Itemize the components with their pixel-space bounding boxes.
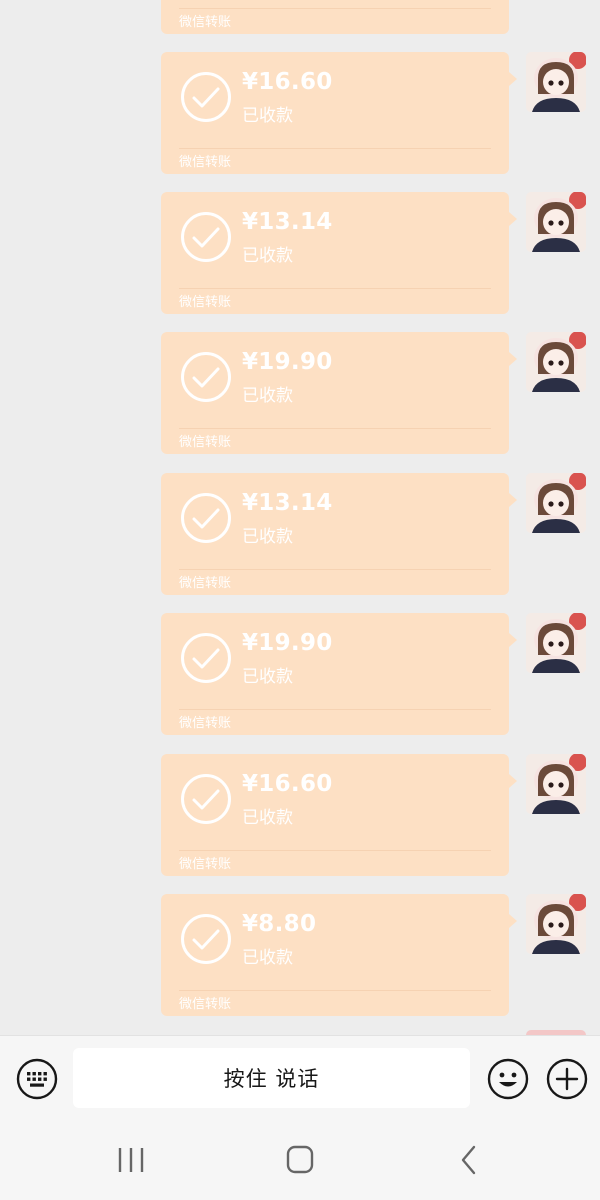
transfer-amount: ¥13.14	[242, 209, 333, 235]
transfer-card[interactable]: ¥8.80 已收款 微信转账	[161, 894, 517, 1016]
system-nav-bar	[0, 1122, 600, 1200]
message-row: ¥19.90 已收款 微信转账	[0, 613, 600, 735]
keyboard-icon[interactable]	[16, 1058, 58, 1100]
plus-icon[interactable]	[546, 1058, 588, 1100]
transfer-card[interactable]: ¥13.14 已收款 微信转账	[161, 192, 517, 314]
transfer-status: 已收款	[242, 808, 293, 828]
avatar[interactable]	[526, 473, 586, 533]
avatar[interactable]	[526, 52, 586, 112]
message-row: ¥8.80 已收款 微信转账	[0, 894, 600, 1016]
transfer-status: 已收款	[242, 106, 293, 126]
message-row: ¥13.14 已收款 微信转账	[0, 473, 600, 595]
message-row: ¥16.60 已收款 微信转账	[0, 52, 600, 174]
card-divider	[179, 709, 491, 710]
card-divider	[179, 428, 491, 429]
message-row: ¥13.14 已收款 微信转账	[0, 192, 600, 314]
transfer-card-partial[interactable]: 微信转账	[161, 0, 509, 34]
transfer-card[interactable]: ¥16.60 已收款 微信转账	[161, 52, 517, 174]
emoji-icon[interactable]	[487, 1058, 529, 1100]
check-circle-icon	[181, 352, 231, 402]
transfer-card[interactable]: ¥13.14 已收款 微信转账	[161, 473, 517, 595]
transfer-amount: ¥13.14	[242, 490, 333, 516]
transfer-amount: ¥19.90	[242, 630, 333, 656]
transfer-amount: ¥16.60	[242, 69, 333, 95]
chat-area: 微信转账 ¥16.60 已收款 微信转账 ¥13.14 已收款 微信转账 ¥19…	[0, 0, 600, 1035]
recent-apps-icon[interactable]	[111, 1144, 151, 1176]
card-divider	[179, 288, 491, 289]
avatar[interactable]	[526, 613, 586, 673]
card-footer-label: 微信转账	[179, 716, 232, 731]
card-divider	[179, 569, 491, 570]
transfer-card[interactable]: ¥16.60 已收款 微信转账	[161, 754, 517, 876]
check-circle-icon	[181, 914, 231, 964]
input-bar: 按住 说话	[0, 1035, 600, 1122]
check-circle-icon	[181, 774, 231, 824]
card-footer-label: 微信转账	[179, 155, 232, 170]
card-footer-label: 微信转账	[179, 857, 232, 872]
check-circle-icon	[181, 72, 231, 122]
transfer-amount: ¥19.90	[242, 349, 333, 375]
card-footer-label: 微信转账	[179, 997, 232, 1012]
card-divider	[179, 148, 491, 149]
card-footer-label: 微信转账	[179, 295, 232, 310]
check-circle-icon	[181, 633, 231, 683]
transfer-status: 已收款	[242, 667, 293, 687]
transfer-status: 已收款	[242, 386, 293, 406]
transfer-status: 已收款	[242, 527, 293, 547]
avatar[interactable]	[526, 332, 586, 392]
transfer-amount: ¥16.60	[242, 771, 333, 797]
home-icon[interactable]	[280, 1144, 320, 1176]
avatar[interactable]	[526, 894, 586, 954]
check-circle-icon	[181, 212, 231, 262]
avatar[interactable]	[526, 192, 586, 252]
transfer-status: 已收款	[242, 948, 293, 968]
card-divider	[179, 990, 491, 991]
transfer-status: 已收款	[242, 246, 293, 266]
message-row: ¥19.90 已收款 微信转账	[0, 332, 600, 454]
check-circle-icon	[181, 493, 231, 543]
transfer-amount: ¥8.80	[242, 911, 317, 937]
hold-to-talk-button[interactable]: 按住 说话	[73, 1048, 470, 1108]
card-footer-label: 微信转账	[179, 576, 232, 591]
card-footer-label: 微信转账	[179, 435, 232, 450]
card-divider	[179, 8, 491, 9]
card-footer-label: 微信转账	[179, 15, 232, 30]
back-icon[interactable]	[450, 1144, 490, 1176]
transfer-card[interactable]: ¥19.90 已收款 微信转账	[161, 613, 517, 735]
card-divider	[179, 850, 491, 851]
transfer-card[interactable]: ¥19.90 已收款 微信转账	[161, 332, 517, 454]
avatar[interactable]	[526, 754, 586, 814]
message-row: ¥16.60 已收款 微信转账	[0, 754, 600, 876]
